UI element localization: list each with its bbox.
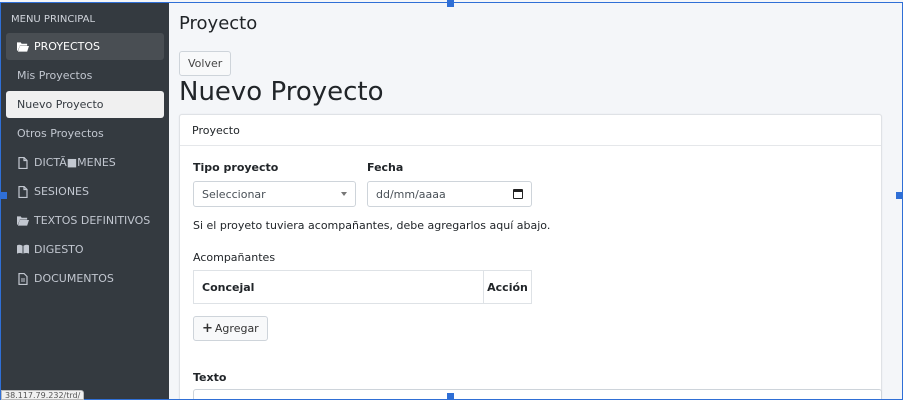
sidebar-item-label: Otros Proyectos bbox=[17, 127, 104, 140]
resize-handle-bottom[interactable] bbox=[447, 393, 454, 400]
chevron-down-icon bbox=[341, 192, 347, 196]
sidebar-item-textos-definitivos[interactable]: TEXTOS DEFINITIVOS bbox=[6, 207, 164, 234]
back-button[interactable]: Volver bbox=[179, 51, 232, 76]
texto-label: Texto bbox=[193, 371, 227, 384]
menu-header: MENU PRINCIPAL bbox=[11, 14, 96, 25]
sidebar-item-label: SESIONES bbox=[34, 185, 89, 198]
sidebar-item-mis-proyectos[interactable]: Mis Proyectos bbox=[6, 62, 164, 89]
sidebar-item-label: Nuevo Proyecto bbox=[17, 98, 104, 111]
sidebar-item-label: Mis Proyectos bbox=[17, 69, 93, 82]
sidebar-item-label: DIGESTO bbox=[34, 243, 84, 256]
fecha-input[interactable]: dd/mm/aaaa bbox=[367, 181, 532, 207]
sidebar-item-label: DICTÃ■MENES bbox=[34, 156, 116, 169]
file-icon bbox=[17, 185, 29, 198]
page-title: Proyecto bbox=[179, 13, 258, 34]
sidebar-item-nuevo-proyecto[interactable]: Nuevo Proyecto bbox=[6, 91, 164, 118]
fecha-label: Fecha bbox=[367, 161, 404, 174]
resize-handle-top[interactable] bbox=[447, 0, 454, 7]
resize-handle-right[interactable] bbox=[896, 192, 903, 199]
acompanantes-label: Acompañantes bbox=[193, 251, 276, 264]
sidebar-item-proyectos[interactable]: PROYECTOS bbox=[6, 33, 164, 60]
sidebar-item-digesto[interactable]: DIGESTO bbox=[6, 236, 164, 263]
sidebar-item-label: DOCUMENTOS bbox=[34, 272, 114, 285]
tipo-proyecto-select[interactable]: Seleccionar bbox=[193, 181, 356, 207]
sidebar: MENU PRINCIPAL PROYECTOS Mis Proyectos N… bbox=[1, 3, 169, 400]
table-header-concejal: Concejal bbox=[194, 271, 484, 303]
folder-open-icon bbox=[17, 41, 29, 53]
file-text-icon bbox=[17, 272, 29, 285]
file-icon bbox=[17, 156, 29, 169]
tipo-proyecto-label: Tipo proyecto bbox=[193, 161, 279, 174]
main-content: Proyecto Volver Nuevo Proyecto Proyecto … bbox=[169, 3, 902, 400]
folder-open-icon bbox=[17, 215, 29, 227]
acompanantes-table: Concejal Acción bbox=[193, 270, 532, 304]
card-header: Proyecto bbox=[180, 115, 881, 146]
sidebar-item-otros-proyectos[interactable]: Otros Proyectos bbox=[6, 120, 164, 147]
book-icon bbox=[17, 244, 29, 256]
add-button-label: Agregar bbox=[214, 322, 259, 335]
add-button[interactable]: + Agregar bbox=[193, 316, 268, 341]
project-card: Proyecto Tipo proyecto Seleccionar Fecha… bbox=[179, 114, 882, 400]
sidebar-item-label: PROYECTOS bbox=[34, 40, 101, 53]
sidebar-item-sesiones[interactable]: SESIONES bbox=[6, 178, 164, 205]
page-heading: Nuevo Proyecto bbox=[179, 77, 384, 107]
table-header-accion: Acción bbox=[487, 280, 528, 294]
sidebar-item-documentos[interactable]: DOCUMENTOS bbox=[6, 265, 164, 292]
date-placeholder: dd/mm/aaaa bbox=[376, 187, 446, 201]
resize-handle-left[interactable] bbox=[0, 192, 7, 199]
info-text: Si el proyeto tuviera acompañantes, debe… bbox=[193, 219, 551, 232]
select-value: Seleccionar bbox=[202, 187, 266, 201]
text-editor[interactable] bbox=[193, 389, 882, 400]
plus-icon: + bbox=[202, 321, 213, 336]
status-url: 38.117.79.232/trd/ bbox=[1, 390, 85, 400]
sidebar-item-dictamenes[interactable]: DICTÃ■MENES bbox=[6, 149, 164, 176]
sidebar-item-label: TEXTOS DEFINITIVOS bbox=[34, 214, 151, 227]
calendar-icon[interactable] bbox=[513, 189, 523, 199]
